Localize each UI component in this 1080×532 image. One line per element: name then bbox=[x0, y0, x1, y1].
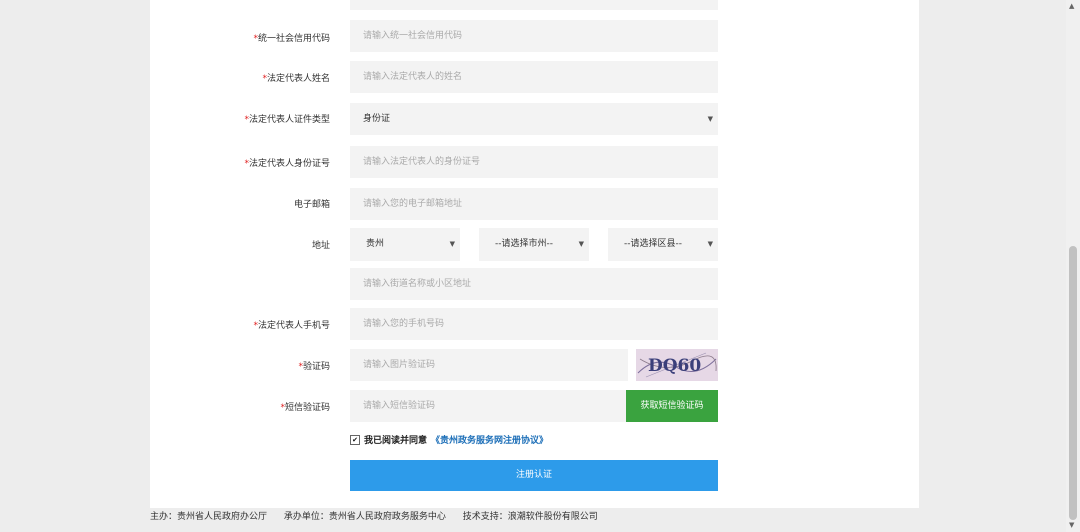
captcha-image[interactable]: DQ60 bbox=[636, 349, 718, 381]
sms-label: *短信验证码 bbox=[280, 403, 330, 413]
scroll-up-icon[interactable]: ▲ bbox=[1069, 2, 1074, 10]
previous-field[interactable] bbox=[350, 0, 718, 10]
chevron-down-icon: ▼ bbox=[707, 115, 713, 123]
phone-label: *法定代表人手机号 bbox=[253, 321, 330, 331]
agree-checkbox[interactable]: ✔ bbox=[350, 434, 360, 445]
get-sms-code-button[interactable]: 获取短信验证码 bbox=[626, 390, 718, 422]
phone-input[interactable]: 请输入您的手机号码 bbox=[350, 308, 718, 340]
chevron-down-icon: ▼ bbox=[449, 240, 455, 248]
email-label: 电子邮箱 bbox=[293, 200, 330, 210]
credit-code-label: *统一社会信用代码 bbox=[253, 34, 330, 44]
id-number-label: *法定代表人身份证号 bbox=[244, 159, 330, 169]
captcha-label: *验证码 bbox=[298, 362, 330, 372]
id-type-label: *法定代表人证件类型 bbox=[244, 115, 330, 125]
address-label: 地址 bbox=[311, 241, 330, 251]
agreement-link[interactable]: 《贵州政务服务网注册协议》 bbox=[431, 433, 548, 446]
scrollbar-thumb[interactable] bbox=[1069, 246, 1077, 520]
footer: 主办：贵州省人民政府办公厅 承办单位：贵州省人民政府政务服务中心 技术支持：浪潮… bbox=[150, 509, 612, 522]
province-select[interactable]: 贵州 ▼ bbox=[350, 228, 460, 261]
chevron-down-icon: ▼ bbox=[707, 240, 713, 248]
register-submit-button[interactable]: 注册认证 bbox=[350, 460, 718, 491]
city-select[interactable]: --请选择市州-- ▼ bbox=[479, 228, 589, 261]
credit-code-input[interactable]: 请输入统一社会信用代码 bbox=[350, 20, 718, 52]
agreement-row: ✔ 我已阅读并同意 《贵州政务服务网注册协议》 bbox=[350, 433, 548, 446]
captcha-input[interactable]: 请输入图片验证码 bbox=[350, 349, 628, 381]
district-select[interactable]: --请选择区县-- ▼ bbox=[608, 228, 718, 261]
footer-tech: 技术支持：浪潮软件股份有限公司 bbox=[462, 512, 598, 522]
street-input[interactable]: 请输入街道名称或小区地址 bbox=[350, 268, 718, 300]
email-input[interactable]: 请输入您的电子邮箱地址 bbox=[350, 188, 718, 220]
scroll-down-icon[interactable]: ▼ bbox=[1069, 521, 1074, 529]
footer-organizer: 承办单位：贵州省人民政府政务服务中心 bbox=[283, 512, 446, 522]
sms-code-input[interactable]: 请输入短信验证码 bbox=[350, 390, 626, 422]
legal-name-input[interactable]: 请输入法定代表人的姓名 bbox=[350, 61, 718, 93]
id-type-select[interactable]: 身份证 ▼ bbox=[350, 103, 718, 135]
footer-host: 主办：贵州省人民政府办公厅 bbox=[150, 512, 268, 522]
id-number-input[interactable]: 请输入法定代表人的身份证号 bbox=[350, 146, 718, 178]
chevron-down-icon: ▼ bbox=[578, 240, 584, 248]
page-scrollbar[interactable]: ▲ ▼ bbox=[1066, 0, 1080, 532]
legal-name-label: *法定代表人姓名 bbox=[262, 74, 330, 84]
agree-text: 我已阅读并同意 bbox=[364, 436, 428, 446]
captcha-text: DQ60 bbox=[648, 356, 701, 376]
